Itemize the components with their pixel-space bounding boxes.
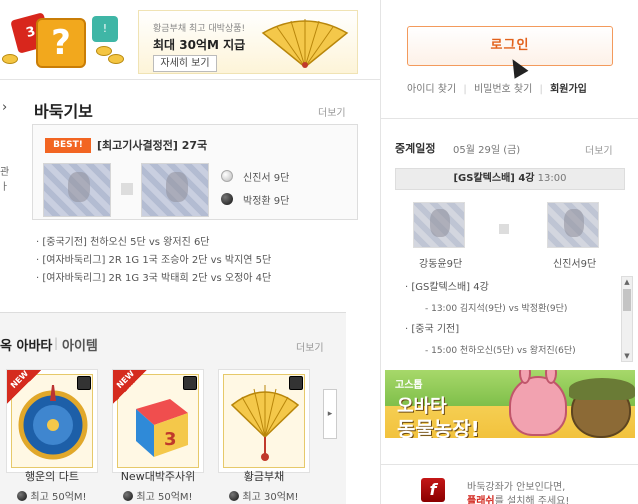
- link-separator: |: [463, 84, 467, 95]
- golden-fan-icon: [261, 19, 349, 68]
- black-ball-icon: [229, 491, 240, 501]
- black-stone-icon: [221, 193, 233, 205]
- prev-arrow-icon[interactable]: ›: [2, 100, 7, 115]
- next-item-button[interactable]: ▸: [323, 389, 337, 439]
- left-player-name: 강동윤9단: [419, 259, 463, 270]
- coin-icon: [108, 54, 124, 64]
- ad-subtitle: 고스톱: [395, 380, 423, 391]
- dice-game-banner[interactable]: 3 ? !: [0, 10, 128, 72]
- schedule-item-head[interactable]: · [GS칼텍스배] 4강: [405, 278, 619, 298]
- scroll-down-icon[interactable]: ▼: [622, 351, 632, 361]
- white-stone-icon: [221, 170, 233, 182]
- promo-subtitle: 황금부채 최고 대박상품!: [153, 24, 246, 34]
- record-list-item[interactable]: · [중국기전] 천하오신 5단 vs 왕저진 6단: [36, 234, 271, 252]
- find-password-link[interactable]: 비밀번호 찾기: [474, 84, 532, 95]
- schedule-item-detail[interactable]: - 15:00 천하오신(5단) vs 왕저진(6단): [405, 340, 619, 362]
- left-column: 3 ? ! 황금부채 최고 대박상품! 최대 30억M 지급 자세히 보기 › …: [0, 0, 380, 504]
- schedule-title: 중계일정: [395, 142, 436, 155]
- item-card-dice[interactable]: 3 NEW: [112, 369, 204, 473]
- item-card-fan[interactable]: [218, 369, 310, 473]
- avatar-section: 옥 아바타 | 아이템 더보기 NEW 행운의 다트 최고 50억M! 3 NE…: [0, 312, 346, 504]
- black-ball-icon: [17, 491, 28, 501]
- schedule-list: · [GS칼텍스배] 4강 - 13:00 김지석(9단) vs 박정환(9단)…: [405, 278, 619, 362]
- schedule-item-head[interactable]: · [중국 기전]: [405, 320, 619, 340]
- schedule-scrollbar[interactable]: ▲ ▼: [621, 276, 633, 362]
- item-name: 황금부채: [243, 470, 285, 483]
- record-list-item[interactable]: · [여자바둑리그] 2R 1G 3국 박태희 2단 vs 오정아 4단: [36, 270, 271, 288]
- dice-icon: [183, 376, 197, 390]
- player-photo: [547, 202, 599, 248]
- pig-character-icon: [569, 378, 635, 438]
- question-box-icon: ?: [36, 18, 86, 68]
- black-ball-icon: [123, 491, 134, 501]
- cut-text: 관: [0, 167, 10, 178]
- dice-icon: [289, 376, 303, 390]
- scroll-thumb[interactable]: [623, 289, 631, 311]
- new-badge: NEW: [113, 369, 147, 404]
- black-player-name: 박정환 9단: [243, 196, 290, 207]
- right-column: 로그인 아이디 찾기 | 비밀번호 찾기 | 회원가입 중계일정 05월 29일…: [380, 0, 638, 504]
- divider: [381, 464, 638, 465]
- golden-fan-promo[interactable]: 황금부채 최고 대박상품! 최대 30억M 지급 자세히 보기: [138, 10, 358, 74]
- top-banner-strip: 3 ? ! 황금부채 최고 대박상품! 최대 30억M 지급 자세히 보기: [0, 0, 380, 80]
- flash-notice-line1: 바둑강좌가 안보인다면,: [467, 482, 566, 493]
- record-list: · [중국기전] 천하오신 5단 vs 왕저진 6단 · [여자바둑리그] 2R…: [36, 234, 271, 288]
- right-player-name: 신진서9단: [553, 259, 597, 270]
- match-header: [GS칼텍스배] 4강 13:00: [395, 168, 625, 190]
- vs-mark: [499, 224, 509, 234]
- schedule-item-detail[interactable]: - 13:00 김지석(9단) vs 박정환(9단): [405, 298, 619, 320]
- best-badge: BEST!: [45, 138, 91, 153]
- tab-separator: |: [54, 336, 59, 350]
- best-record-card[interactable]: BEST! [최고기사결정전] 27국 신진서 9단 박정환 9단: [32, 124, 358, 220]
- join-link[interactable]: 회원가입: [550, 84, 587, 95]
- match-title: [GS칼텍스배] 4강: [453, 173, 535, 184]
- schedule-date: 05월 29일 (금): [453, 145, 521, 156]
- player-photo: [141, 163, 209, 217]
- scroll-up-icon[interactable]: ▲: [622, 277, 632, 287]
- flash-install-link[interactable]: 플래쉬: [467, 496, 495, 504]
- player-photo: [413, 202, 465, 248]
- cut-text: ㅏ: [0, 182, 10, 193]
- record-list-item[interactable]: · [여자바둑리그] 2R 1G 1국 조승아 2단 vs 박지연 5단: [36, 252, 271, 270]
- new-badge: NEW: [7, 369, 41, 404]
- link-separator: |: [539, 84, 543, 95]
- dice-icon: [77, 376, 91, 390]
- avatar-tab[interactable]: 옥 아바타: [0, 335, 52, 354]
- item-name: 행운의 다트: [24, 470, 80, 483]
- teal-dice-icon: !: [92, 16, 118, 42]
- ad-title-line2: 동물농장!: [397, 417, 480, 438]
- item-price: 최고 50억M!: [6, 488, 98, 503]
- account-links: 아이디 찾기 | 비밀번호 찾기 | 회원가입: [407, 80, 591, 95]
- find-id-link[interactable]: 아이디 찾기: [407, 84, 456, 95]
- item-name: New대박주사위: [120, 470, 196, 483]
- item-tab[interactable]: 아이템: [62, 335, 98, 354]
- player-photo: [43, 163, 111, 217]
- match-time: 13:00: [537, 173, 567, 184]
- obata-farm-ad[interactable]: 고스톱 오바타 동물농장!: [385, 370, 635, 438]
- promo-title: 최대 30억M 지급: [153, 38, 246, 52]
- flash-notice-line2: 플래쉬를 설치해 주세요!: [467, 492, 569, 504]
- item-card-dart[interactable]: NEW: [6, 369, 98, 473]
- coin-icon: [2, 54, 18, 64]
- baduk-record-title: 바둑기보: [34, 102, 93, 121]
- schedule-more-link[interactable]: 더보기: [585, 142, 613, 157]
- vs-mark: [121, 183, 133, 195]
- divider: [381, 118, 638, 119]
- cube-label: 3: [164, 429, 177, 450]
- item-price: 최고 30억M!: [218, 488, 310, 503]
- flash-player-icon[interactable]: f: [421, 478, 445, 502]
- bunny-character-icon: [509, 370, 567, 436]
- record-more-link[interactable]: 더보기: [318, 104, 346, 119]
- promo-detail-button[interactable]: 자세히 보기: [153, 55, 217, 72]
- item-price: 최고 50억M!: [112, 488, 204, 503]
- white-player-name: 신진서 9단: [243, 173, 290, 184]
- avatar-more-link[interactable]: 더보기: [296, 339, 324, 354]
- best-record-title: [최고기사결정전] 27국: [97, 139, 208, 152]
